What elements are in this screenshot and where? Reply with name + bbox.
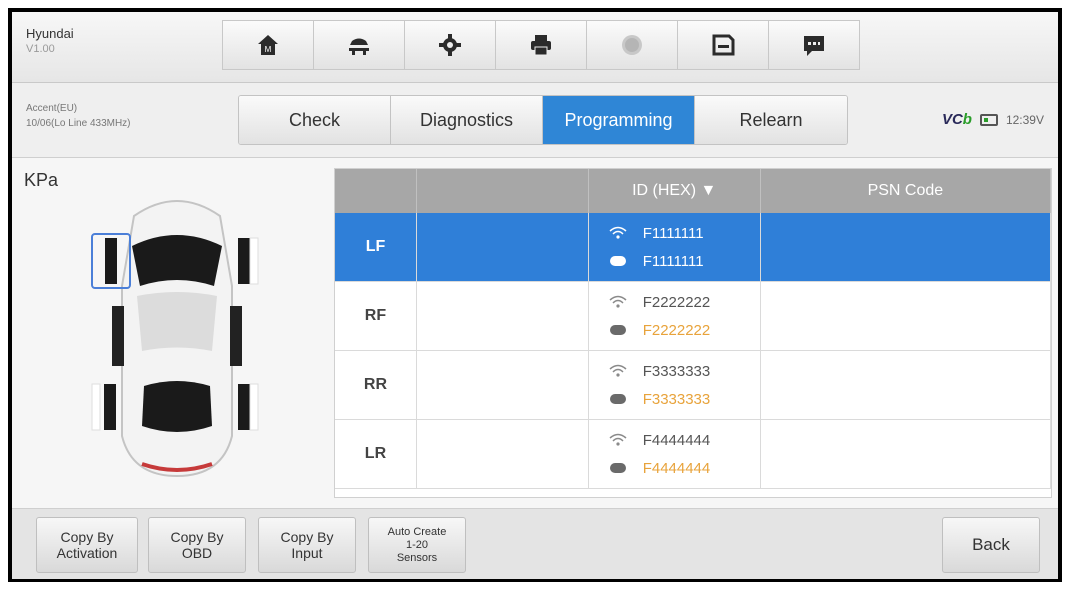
home-button[interactable]: M <box>222 20 314 70</box>
sensor-id: F2222222 <box>642 293 711 311</box>
obd-icon <box>609 325 626 335</box>
col-id-hex[interactable]: ID (HEX) ▼ <box>588 169 761 213</box>
vci-prefix: VC <box>941 111 963 128</box>
vci-indicator: VCb <box>942 111 972 128</box>
row-position: LR <box>335 419 417 489</box>
col-psn-code: PSN Code <box>760 169 1051 213</box>
save-button[interactable] <box>677 20 769 70</box>
wifi-icon <box>609 295 627 308</box>
wifi-icon <box>609 364 627 377</box>
row-id: F1111111 F1111111 <box>588 213 761 282</box>
brand: Hyundai V1.00 <box>26 26 74 55</box>
app-frame: Hyundai V1.00 M Accent(EU) 10/06(Lo Line… <box>8 8 1062 582</box>
col-blank <box>416 169 589 213</box>
app-name: Hyundai <box>26 26 74 41</box>
svg-text:M: M <box>265 45 272 54</box>
sensor-id: F4444444 <box>642 431 711 449</box>
row-blank <box>416 419 589 489</box>
row-id: F2222222 F2222222 <box>588 281 761 351</box>
clock: 12:39V <box>1005 112 1044 127</box>
printer-icon <box>531 35 551 56</box>
row-blank <box>416 213 589 282</box>
sensor-id: F3333333 <box>642 362 711 380</box>
vehicle-info: Accent(EU) 10/06(Lo Line 433MHz) <box>26 101 131 131</box>
row-position: RF <box>335 281 417 351</box>
unit-label: KPa <box>24 170 59 190</box>
message-icon <box>804 36 824 56</box>
table-row[interactable]: LF F1111111 F1111111 <box>335 213 1051 282</box>
help-icon <box>622 35 642 55</box>
tab-diagnostics[interactable]: Diagnostics <box>391 96 543 144</box>
app-version: V1.00 <box>26 43 55 55</box>
sensor-table: ID (HEX) ▼ PSN Code LF F1111111 F1111111 <box>334 168 1052 498</box>
message-button[interactable] <box>768 20 860 70</box>
col-position <box>335 169 417 213</box>
main-content: KPa ID (HEX) ▼ PSN Code LF F1111111 F111… <box>12 158 1058 508</box>
function-tabs: Check Diagnostics Programming Relearn <box>238 95 848 145</box>
row-psn <box>760 419 1051 489</box>
car-diagram-icon <box>91 200 259 478</box>
tab-relearn[interactable]: Relearn <box>695 96 847 144</box>
row-position: RR <box>335 350 417 420</box>
copy-by-obd-button[interactable]: Copy By OBD <box>148 517 246 573</box>
vehicle-lift-icon <box>349 38 369 55</box>
obd-id: F2222222 <box>642 321 711 339</box>
tab-check[interactable]: Check <box>239 96 391 144</box>
table-row[interactable]: LR F4444444 F4444444 <box>335 419 1051 489</box>
home-icon: M <box>258 35 278 55</box>
sensor-id: F1111111 <box>642 224 704 242</box>
vehicle-lift-button[interactable] <box>313 20 405 70</box>
toolbar: M <box>222 20 860 70</box>
print-button[interactable] <box>495 20 587 70</box>
vci-suffix: b <box>962 111 972 128</box>
obd-id: F3333333 <box>642 390 711 408</box>
row-id: F4444444 F4444444 <box>588 419 761 489</box>
table-row[interactable]: RF F2222222 F2222222 <box>335 281 1051 351</box>
obd-id: F1111111 <box>642 252 704 270</box>
row-position: LF <box>335 213 417 282</box>
copy-by-activation-button[interactable]: Copy By Activation <box>36 517 138 573</box>
battery-icon <box>979 113 998 126</box>
auto-create-sensors-button[interactable]: Auto Create 1-20 Sensors <box>368 517 466 573</box>
row-psn <box>760 281 1051 351</box>
vehicle-detail: 10/06(Lo Line 433MHz) <box>26 118 131 129</box>
row-psn <box>760 350 1051 420</box>
obd-icon <box>609 394 626 404</box>
obd-icon <box>609 256 626 266</box>
obd-icon <box>609 463 626 473</box>
vehicle-model: Accent(EU) <box>26 103 78 114</box>
wifi-icon <box>609 226 627 239</box>
top-bar: Hyundai V1.00 M <box>12 12 1058 83</box>
table-row[interactable]: RR F3333333 F3333333 <box>335 350 1051 420</box>
bottom-bar: Copy By Activation Copy By OBD Copy By I… <box>12 508 1058 579</box>
gear-icon <box>439 34 461 56</box>
settings-button[interactable] <box>404 20 496 70</box>
copy-by-input-button[interactable]: Copy By Input <box>258 517 356 573</box>
row-blank <box>416 350 589 420</box>
help-button[interactable] <box>586 20 678 70</box>
tab-programming[interactable]: Programming <box>543 96 695 144</box>
row-psn <box>760 213 1051 282</box>
status-area: VCb 12:39V <box>942 111 1044 128</box>
back-button[interactable]: Back <box>942 517 1040 573</box>
row-id: F3333333 F3333333 <box>588 350 761 420</box>
obd-id: F4444444 <box>642 459 711 477</box>
row-blank <box>416 281 589 351</box>
sub-bar: Accent(EU) 10/06(Lo Line 433MHz) Check D… <box>12 83 1058 158</box>
save-icon <box>712 34 735 56</box>
wifi-icon <box>609 433 627 446</box>
